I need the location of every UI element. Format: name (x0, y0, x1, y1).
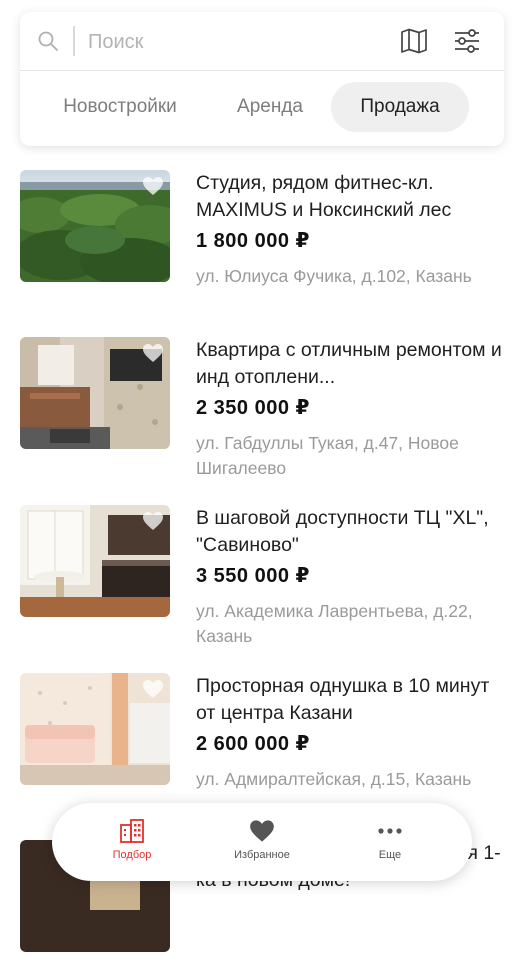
listing-card[interactable]: Студия, рядом фитнес-кл. MAXIMUS и Нокси… (20, 170, 504, 310)
listing-price: 2 600 000 ₽ (196, 733, 310, 755)
listing-title: Просторная однушка в 10 минут от центра … (196, 675, 490, 724)
listing-photo[interactable] (20, 505, 170, 617)
listing-photo[interactable] (20, 337, 170, 449)
tab-new-buildings[interactable]: Новостройки (42, 82, 198, 132)
nav-label: Еще (378, 849, 402, 861)
tab-sale[interactable]: Продажа (331, 82, 469, 132)
nav-item-more[interactable]: Еще (335, 819, 445, 875)
listing-price: 1 800 000 ₽ (196, 230, 310, 252)
buildings-icon (120, 819, 144, 843)
favorite-heart-icon[interactable] (142, 679, 164, 699)
listing-photo[interactable] (20, 170, 170, 282)
bottom-navigation: Подбор Избранное Еще (52, 803, 472, 881)
search-header-card: Новостройки Аренда Продажа (20, 12, 504, 146)
listing-title: Студия, рядом фитнес-кл. MAXIMUS и Нокси… (196, 172, 452, 221)
nav-label: Избранное (234, 849, 290, 861)
listing-price: 3 550 000 ₽ (196, 565, 310, 587)
tab-rent[interactable]: Аренда (216, 82, 324, 132)
listing-address: ул. Адмиралтейская, д.15, Казань (196, 769, 472, 789)
nav-item-favorites[interactable]: Избранное (207, 819, 317, 875)
map-icon[interactable] (400, 28, 428, 54)
listing-card[interactable]: Квартира с отличным ремонтом и инд отопл… (20, 337, 504, 478)
favorite-heart-icon[interactable] (142, 176, 164, 196)
nav-label: Подбор (112, 849, 152, 861)
listing-address: ул. Габдуллы Тукая, д.47, Новое Шигалеев… (196, 433, 459, 478)
listing-photo[interactable] (20, 673, 170, 785)
search-divider (73, 26, 75, 56)
listing-price: 2 350 000 ₽ (196, 397, 310, 419)
search-input[interactable] (86, 26, 390, 58)
listing-address: ул. Юлиуса Фучика, д.102, Казань (196, 266, 472, 286)
search-icon[interactable] (36, 29, 60, 53)
listing-card[interactable]: В шаговой доступности ТЦ "XL", "Савиново… (20, 505, 504, 646)
listing-title: В шаговой доступности ТЦ "XL", "Савиново… (196, 507, 489, 556)
heart-icon (250, 820, 274, 842)
favorite-heart-icon[interactable] (142, 511, 164, 531)
filter-settings-icon[interactable] (452, 26, 482, 56)
more-icon (378, 828, 402, 834)
nav-item-selection[interactable]: Подбор (77, 819, 187, 875)
listing-card[interactable]: Просторная однушка в 10 минут от центра … (20, 673, 504, 813)
listing-title: Квартира с отличным ремонтом и инд отопл… (196, 339, 502, 388)
favorite-heart-icon[interactable] (142, 343, 164, 363)
deal-type-tabs: Новостройки Аренда Продажа (20, 82, 504, 132)
listing-address: ул. Академика Лаврентьева, д.22, Казань (196, 601, 473, 646)
search-bar (20, 12, 504, 71)
